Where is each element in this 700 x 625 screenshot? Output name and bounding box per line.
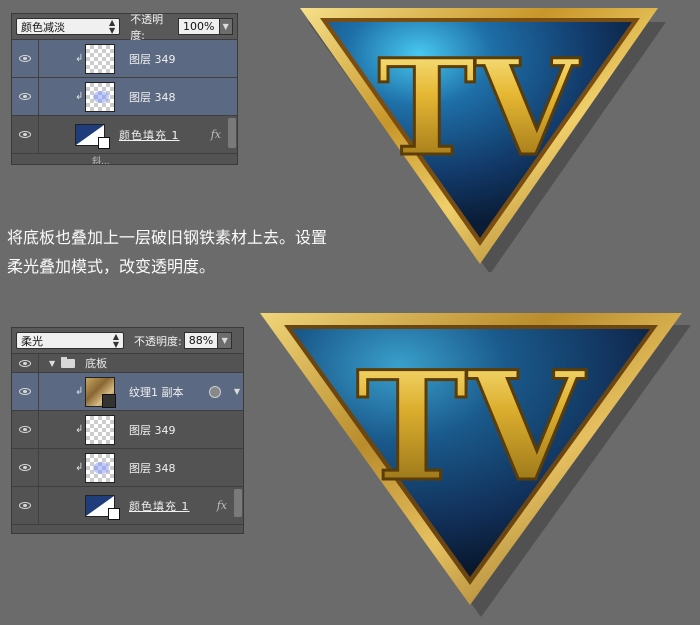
opacity-dropdown-icon[interactable]: ▼: [219, 18, 233, 35]
layer-name: 图层 349: [129, 52, 176, 66]
fx-icon[interactable]: fx: [211, 128, 221, 141]
emblem-letters: TV: [378, 31, 581, 186]
blend-mode-value: 柔光: [21, 334, 43, 348]
opacity-label: 不透明度:: [130, 13, 164, 42]
updown-arrows-icon: ▲ ▼: [109, 17, 116, 35]
layers-panel-top: 颜色减淡 ▲ ▼ 不透明度: 100% ▼ ↲ 图层 349 ↲ 图层 348 颜…: [11, 13, 238, 165]
visibility-toggle[interactable]: [12, 40, 39, 77]
layer-name: 颜色填充 1: [129, 499, 190, 513]
group-name: 底板: [85, 357, 108, 370]
scrollbar[interactable]: [234, 489, 242, 517]
blend-mode-select[interactable]: 颜色减淡 ▲ ▼: [16, 17, 121, 35]
style-badge-icon[interactable]: [209, 385, 221, 398]
clip-arrow-icon: ↲: [75, 462, 84, 473]
layer-name: 颜色填充 1: [119, 128, 180, 142]
layer-row[interactable]: ↲ 纹理1 副本 ▼: [12, 373, 243, 411]
expand-arrow-icon[interactable]: ▼: [234, 387, 240, 396]
layers-panel-bottom: 柔光 ▲ ▼ 不透明度: 88% ▼ ▼ 底板 ↲ 纹理1 副本 ▼ ↲ 图层 3…: [11, 327, 244, 534]
layer-thumbnail: [85, 43, 115, 74]
visibility-toggle[interactable]: [12, 487, 39, 524]
visibility-toggle[interactable]: [12, 116, 39, 153]
clip-arrow-icon: ↲: [75, 424, 84, 435]
expand-triangle-icon[interactable]: ▼: [49, 359, 55, 368]
layer-row[interactable]: ↲ 图层 349: [12, 411, 243, 449]
layer-row[interactable]: ↲ 图层 348: [12, 449, 243, 487]
visibility-toggle[interactable]: [12, 373, 39, 410]
fill-layer-thumbnail: [85, 494, 120, 520]
clip-arrow-icon: ↲: [75, 386, 84, 397]
opacity-dropdown-icon[interactable]: ▼: [218, 332, 233, 349]
layer-row[interactable]: ↲ 图层 348: [12, 78, 237, 116]
blend-mode-select[interactable]: 柔光 ▲ ▼: [16, 332, 124, 349]
layer-thumbnail: [85, 452, 115, 483]
opacity-input[interactable]: 100%: [178, 18, 220, 35]
opacity-input[interactable]: 88%: [183, 332, 219, 349]
layer-name: 图层 348: [129, 90, 176, 104]
panel-toolbar: 柔光 ▲ ▼ 不透明度: 88% ▼: [12, 328, 243, 354]
eye-icon: [19, 55, 31, 62]
eye-icon: [19, 388, 31, 395]
smart-object-icon: [102, 393, 116, 408]
tv-emblem-bottom: TV: [260, 313, 691, 617]
blend-mode-value: 颜色减淡: [21, 20, 65, 34]
visibility-toggle[interactable]: [12, 411, 39, 448]
eye-icon: [19, 359, 31, 367]
visibility-toggle[interactable]: [12, 78, 39, 115]
layer-thumbnail: [85, 414, 115, 445]
layer-thumbnail: [85, 376, 116, 408]
eye-icon: [19, 131, 31, 138]
layer-row[interactable]: 颜色填充 1 fx: [12, 116, 237, 154]
visibility-toggle[interactable]: [12, 449, 39, 486]
layer-row[interactable]: 斜...: [12, 154, 237, 165]
clip-arrow-icon: ↲: [75, 53, 84, 64]
folder-icon: [61, 356, 76, 368]
eye-icon: [19, 426, 31, 433]
tv-emblem-top: TV: [300, 8, 666, 272]
layer-row[interactable]: ↲ 图层 349: [12, 40, 237, 78]
fill-layer-thumbnail: [75, 123, 110, 149]
visibility-toggle[interactable]: [12, 354, 39, 372]
layer-name: 图层 349: [129, 423, 176, 437]
fx-icon[interactable]: fx: [217, 499, 227, 512]
scrollbar[interactable]: [228, 118, 236, 148]
mask-icon: [98, 136, 110, 149]
layer-thumbnail: [85, 81, 115, 112]
opacity-label: 不透明度:: [134, 334, 182, 348]
eye-icon: [19, 464, 31, 471]
mask-icon: [108, 507, 120, 520]
emblem-letters: TV: [356, 339, 587, 515]
eye-icon: [19, 93, 31, 100]
layer-row[interactable]: 颜色填充 1 fx: [12, 487, 243, 525]
layer-name: 斜...: [92, 157, 110, 165]
layer-name: 纹理1 副本: [129, 385, 184, 399]
layer-group-row[interactable]: ▼ 底板: [12, 354, 243, 373]
layer-name: 图层 348: [129, 461, 176, 475]
eye-icon: [19, 502, 31, 509]
panel-toolbar: 颜色减淡 ▲ ▼ 不透明度: 100% ▼: [12, 13, 237, 42]
clip-arrow-icon: ↲: [75, 91, 84, 102]
updown-arrows-icon: ▲ ▼: [112, 331, 119, 349]
